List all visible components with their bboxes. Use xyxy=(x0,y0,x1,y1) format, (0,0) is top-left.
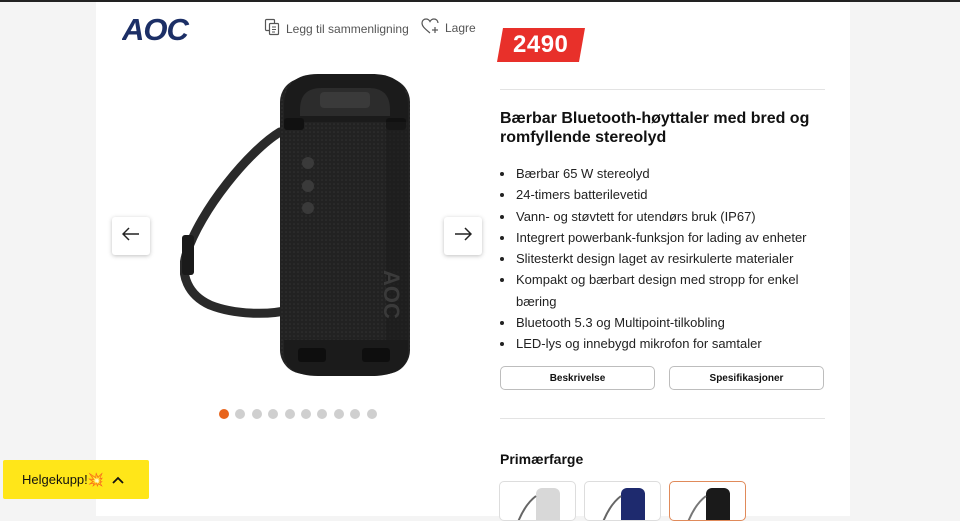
color-swatch-blue[interactable] xyxy=(584,481,661,521)
feature-item: Vann- og støvtett for utendørs bruk (IP6… xyxy=(515,206,845,227)
description-button[interactable]: Beskrivelse xyxy=(500,366,655,390)
brand-logo-text: AOC xyxy=(122,14,190,42)
product-brand-mark: AOC xyxy=(379,270,404,319)
gallery-dot[interactable] xyxy=(235,409,246,419)
arrow-left-icon xyxy=(121,226,140,246)
aoc-logo-icon: AOC xyxy=(121,12,191,47)
gallery-dot[interactable] xyxy=(300,409,311,419)
deal-label: Helgekupp!💥 xyxy=(22,471,104,487)
gallery-dot[interactable] xyxy=(350,409,361,419)
deal-banner[interactable]: Helgekupp!💥 xyxy=(3,460,149,499)
gallery-dot[interactable] xyxy=(219,409,229,419)
save-link[interactable]: Lagre xyxy=(421,18,476,38)
feature-item: Slitesterkt design laget av resirkulerte… xyxy=(515,248,845,269)
compare-label: Legg til sammenligning xyxy=(286,22,409,36)
feature-list: Bærbar 65 W stereolyd 24-timers batteril… xyxy=(500,163,845,355)
feature-item: LED-lys og innebygd mikrofon for samtale… xyxy=(515,333,845,354)
color-swatch-white[interactable] xyxy=(499,481,576,521)
gallery-next-button[interactable] xyxy=(444,217,482,255)
feature-item: Kompakt og bærbart design med stropp for… xyxy=(515,269,816,312)
gallery-dot[interactable] xyxy=(317,409,328,419)
gallery-dot[interactable] xyxy=(268,409,279,419)
brand-logo[interactable]: AOC xyxy=(121,12,200,47)
feature-item: Bærbar 65 W stereolyd xyxy=(515,163,845,184)
specifications-button[interactable]: Spesifikasjoner xyxy=(669,366,824,390)
divider-bottom xyxy=(500,418,825,419)
divider-top xyxy=(500,89,825,90)
gallery-prev-button[interactable] xyxy=(112,217,150,255)
compare-link[interactable]: Legg til sammenligning xyxy=(264,18,409,40)
product-title: Bærbar Bluetooth-høyttaler med bred og r… xyxy=(500,110,810,146)
price-tag: 2490 xyxy=(497,28,585,62)
product-image[interactable]: AOC xyxy=(179,70,420,385)
gallery-dot[interactable] xyxy=(251,409,262,419)
feature-item: Bluetooth 5.3 og Multipoint-tilkobling xyxy=(515,312,845,333)
chevron-up-icon xyxy=(112,472,124,487)
gallery-dot[interactable] xyxy=(284,409,295,419)
arrow-right-icon xyxy=(454,226,473,246)
primary-color-title: Primærfarge xyxy=(500,451,584,467)
gallery-dot[interactable] xyxy=(333,409,344,419)
heart-plus-icon xyxy=(421,18,440,38)
feature-item: Integrert powerbank-funksjon for lading … xyxy=(515,227,845,248)
gallery-pagination xyxy=(219,409,377,419)
feature-item: 24-timers batterilevetid xyxy=(515,184,845,205)
price-value: 2490 xyxy=(513,31,569,58)
gallery-dot[interactable] xyxy=(366,409,377,419)
save-label: Lagre xyxy=(445,21,476,35)
color-swatch-black[interactable] xyxy=(669,481,746,521)
compare-icon xyxy=(264,18,281,40)
